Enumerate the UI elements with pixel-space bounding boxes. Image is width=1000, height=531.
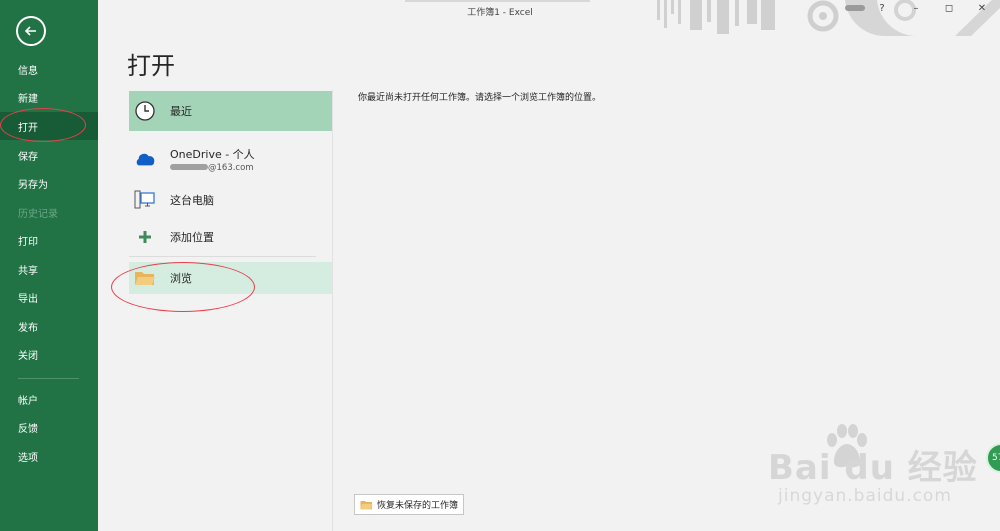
place-browse[interactable]: 浏览	[129, 262, 332, 294]
nav-label: 关闭	[18, 350, 38, 362]
arrow-left-icon	[24, 26, 36, 36]
cloud-icon	[134, 148, 156, 170]
nav-info[interactable]: 信息	[0, 55, 98, 83]
nav-divider	[18, 378, 79, 379]
place-label: 这台电脑	[170, 194, 214, 207]
nav-options[interactable]: 选项	[0, 442, 98, 470]
computer-icon	[134, 189, 156, 211]
nav-label: 反馈	[18, 423, 38, 435]
email-domain: @163.com	[208, 162, 254, 173]
place-label: 最近	[170, 105, 192, 118]
nav-share[interactable]: 共享	[0, 255, 98, 283]
nav-label: 打印	[18, 236, 38, 248]
redacted-username	[170, 164, 208, 170]
nav-label: 新建	[18, 93, 38, 105]
content-divider	[332, 90, 333, 531]
place-label: 添加位置	[170, 231, 214, 244]
nav-close[interactable]: 关闭	[0, 340, 98, 368]
watermark-logo: Bai du 经验	[768, 448, 978, 488]
restore-button[interactable]: ◻	[941, 3, 957, 14]
back-button[interactable]	[16, 16, 46, 46]
titlebar-edge	[405, 0, 590, 2]
plus-icon	[134, 226, 156, 248]
folder-icon	[360, 500, 373, 509]
place-add-location[interactable]: 添加位置	[129, 223, 332, 251]
nav-label: 历史记录	[18, 208, 58, 220]
watermark-site: jingyan.baidu.com	[778, 486, 952, 506]
nav-label: 共享	[18, 265, 38, 277]
nav-save-as[interactable]: 另存为	[0, 169, 98, 197]
account-avatar[interactable]	[845, 3, 865, 14]
nav-export[interactable]: 导出	[0, 283, 98, 311]
nav-save[interactable]: 保存	[0, 141, 98, 169]
nav-label: 信息	[18, 65, 38, 77]
nav-label: 帐户	[18, 395, 38, 407]
nav-history: 历史记录	[0, 198, 98, 226]
place-label: 浏览	[170, 272, 192, 285]
place-this-pc[interactable]: 这台电脑	[129, 186, 332, 214]
places-divider	[129, 256, 316, 257]
help-button[interactable]: ?	[874, 3, 890, 14]
clock-icon	[134, 100, 156, 122]
nav-label: 导出	[18, 293, 38, 305]
close-button[interactable]: ✕	[974, 3, 990, 14]
side-badge[interactable]: 57	[986, 443, 1000, 473]
nav-label: 打开	[18, 122, 38, 134]
nav-new[interactable]: 新建	[0, 83, 98, 111]
recover-label: 恢复未保存的工作簿	[377, 501, 459, 511]
nav-print[interactable]: 打印	[0, 226, 98, 254]
place-recent[interactable]: 最近	[129, 91, 332, 131]
nav-label: 发布	[18, 322, 38, 334]
backstage-nav: 信息 新建 打开 保存 另存为 历史记录 打印 共享 导出 发布 关闭 帐户 反…	[0, 0, 98, 531]
nav-account[interactable]: 帐户	[0, 385, 98, 413]
minimize-button[interactable]: –	[908, 3, 924, 14]
page-title: 打开	[127, 52, 175, 80]
place-label: OneDrive - 个人	[170, 147, 255, 161]
recover-unsaved-button[interactable]: 恢复未保存的工作簿	[354, 494, 465, 515]
folder-open-icon	[134, 267, 156, 289]
nav-label: 选项	[18, 452, 38, 464]
empty-recent-message: 你最近尚未打开任何工作簿。请选择一个浏览工作簿的位置。	[358, 93, 602, 103]
nav-label: 保存	[18, 151, 38, 163]
nav-label: 另存为	[18, 179, 48, 191]
place-onedrive[interactable]: OneDrive - 个人 @163.com	[129, 139, 332, 179]
onedrive-account: @163.com	[170, 163, 255, 173]
nav-publish[interactable]: 发布	[0, 312, 98, 340]
nav-open[interactable]: 打开	[0, 112, 98, 140]
nav-feedback[interactable]: 反馈	[0, 413, 98, 441]
